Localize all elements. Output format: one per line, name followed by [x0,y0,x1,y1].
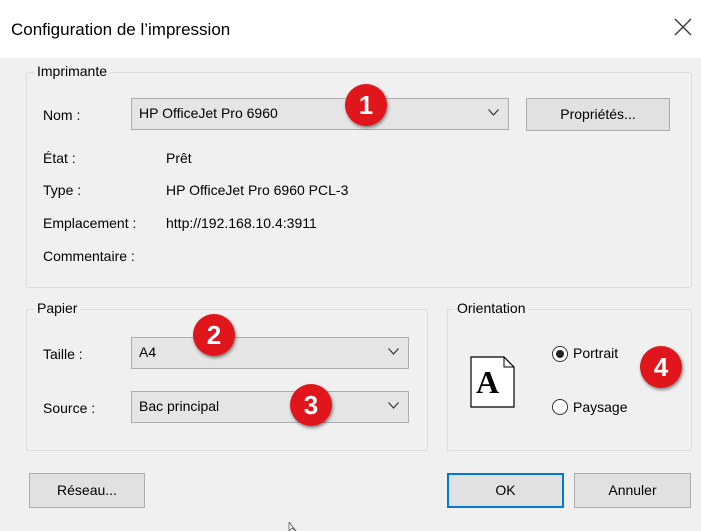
comment-label: Commentaire : [43,248,135,264]
landscape-label[interactable]: Paysage [573,399,627,415]
mouse-cursor-icon [288,522,297,531]
network-button[interactable]: Réseau... [29,473,145,508]
chevron-down-icon [388,402,399,409]
cancel-button-label: Annuler [608,482,657,498]
paper-source-value: Bac principal [139,398,220,414]
name-label: Nom : [43,107,81,123]
paper-size-select[interactable]: A4 [131,337,409,369]
state-label: État : [43,150,76,166]
window-title: Configuration de l’impression [11,20,231,39]
landscape-radio[interactable] [552,399,568,415]
source-label: Source : [43,400,96,416]
network-button-label: Réseau... [57,482,117,498]
title-bar: Configuration de l’impression [0,0,701,58]
chevron-down-icon [388,348,399,355]
ok-button-label: OK [495,482,516,498]
chevron-down-icon [488,109,499,116]
printer-name-value: HP OfficeJet Pro 6960 [139,105,278,121]
printer-group-legend: Imprimante [34,63,111,79]
close-icon[interactable] [672,16,694,38]
size-label: Taille : [43,346,83,362]
printer-name-select[interactable]: HP OfficeJet Pro 6960 [131,98,509,130]
paper-source-select[interactable]: Bac principal [131,391,409,423]
orientation-group-legend: Orientation [454,300,529,316]
portrait-label[interactable]: Portrait [573,345,618,361]
properties-button-label: Propriétés... [560,106,636,122]
location-value: http://192.168.10.4:3911 [166,215,317,231]
annotation-badge-3: 3 [290,384,332,426]
annotation-badge-4: 4 [640,346,682,388]
page-preview-icon: A [470,356,515,408]
location-label: Emplacement : [43,215,137,231]
state-value: Prêt [166,150,192,166]
page-preview-letter: A [476,364,500,400]
annotation-badge-2: 2 [193,314,235,356]
type-value: HP OfficeJet Pro 6960 PCL-3 [166,182,349,198]
portrait-radio[interactable] [552,346,568,362]
ok-button[interactable]: OK [447,473,564,508]
cancel-button[interactable]: Annuler [574,473,691,508]
properties-button[interactable]: Propriétés... [526,98,670,131]
type-label: Type : [43,182,82,198]
annotation-badge-1: 1 [345,84,387,126]
print-setup-dialog: Configuration de l’impression Imprimante… [0,0,701,531]
paper-size-value: A4 [139,344,157,360]
paper-group-legend: Papier [34,300,81,316]
